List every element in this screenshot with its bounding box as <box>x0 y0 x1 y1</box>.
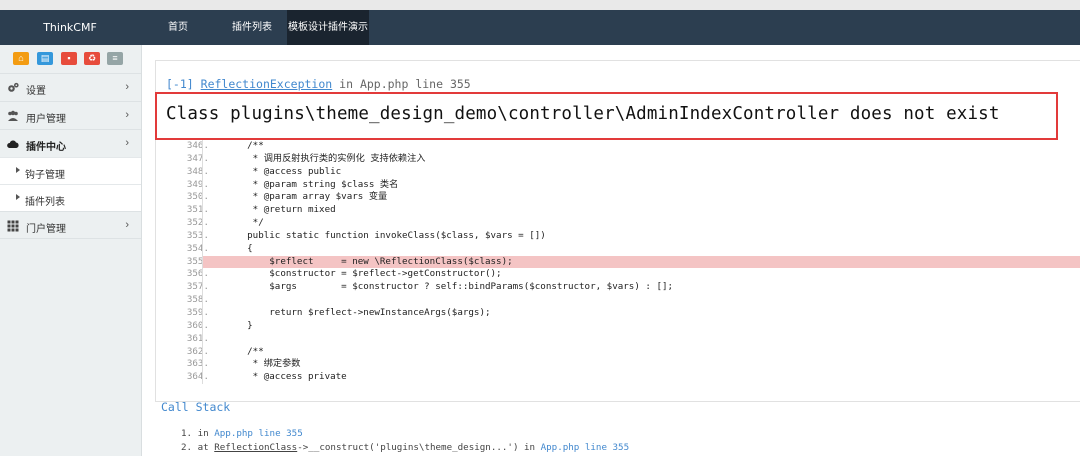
row-prefix: at <box>197 442 215 453</box>
sidebar-item-settings[interactable]: 设置 › <box>0 73 141 101</box>
gears-icon <box>8 82 19 92</box>
sidebar-subitem-label: 钩子管理 <box>25 170 65 181</box>
exception-code: [-1] <box>166 77 194 91</box>
chevron-right-icon: › <box>125 137 129 149</box>
error-message: Class plugins\theme_design_demo\controll… <box>166 104 1000 124</box>
source-code-block: 346. 347. 348. 349. 350. 351. 352. 353. 354. 355.… <box>155 140 1080 385</box>
code-line: * @param string $class 类名 <box>225 178 399 190</box>
chevron-right-icon: › <box>125 81 129 93</box>
cloud-icon <box>7 140 19 148</box>
sidebar-subitem-label: 插件列表 <box>25 197 65 208</box>
caret-right-icon <box>16 167 20 173</box>
code-line: /** <box>225 140 264 151</box>
grid-icon <box>7 220 19 232</box>
code-line: * @param array $vars 变量 <box>225 191 388 203</box>
row-class-link[interactable]: ReflectionClass <box>214 442 297 453</box>
code-line: } <box>225 319 253 331</box>
sidebar-item-label: 门户管理 <box>26 224 66 235</box>
chevron-right-icon: › <box>125 219 129 231</box>
error-message-box: Class plugins\theme_design_demo\controll… <box>155 92 1058 140</box>
sidebar-item-portal[interactable]: 门户管理 › <box>0 211 141 239</box>
sidebar-item-label: 设置 <box>26 86 46 97</box>
sidebar-item-label: 插件中心 <box>26 142 66 153</box>
row-prefix: in <box>197 428 215 439</box>
caret-right-icon <box>16 194 20 200</box>
row-file: App.php line 355 <box>214 428 303 439</box>
sidebar-shortcuts: ⌂ ▤ ▪ ♻ ≡ <box>0 45 141 73</box>
exception-header: [-1] ReflectionException in App.php line… <box>166 77 471 91</box>
code-line: $constructor = $reflect->getConstructor(… <box>225 268 502 280</box>
code-line: return $reflect->newInstanceArgs($args); <box>225 306 491 318</box>
home-icon[interactable]: ⌂ <box>13 52 29 65</box>
row-number: 1. <box>181 428 193 439</box>
sidebar-item-label: 用户管理 <box>26 114 66 125</box>
top-navbar: ThinkCMF 首页 插件列表 模板设计插件演示 <box>0 10 1080 45</box>
list-icon[interactable]: ≡ <box>107 52 123 65</box>
row-call: ->__construct('plugins\theme_design...')… <box>297 442 541 453</box>
nav-theme-design-demo[interactable]: 模板设计插件演示 <box>287 10 369 45</box>
code-line: * @access public <box>225 165 342 177</box>
recycle-icon[interactable]: ♻ <box>84 52 100 65</box>
code-line: * 绑定参数 <box>225 358 301 370</box>
code-line: * @access private <box>225 371 347 383</box>
row-file: App.php line 355 <box>540 442 630 453</box>
sidebar-item-plugin-center[interactable]: 插件中心 › <box>0 129 141 157</box>
sidebar: ⌂ ▤ ▪ ♻ ≡ 设置 › 用户管理 › 插件中心 › 钩子管理 插件列表 门… <box>0 45 142 456</box>
code-lines: /** * 调用反射执行类的实例化 支持依赖注入 * @access publi… <box>202 140 1080 385</box>
exception-in: in <box>339 77 353 91</box>
exception-class-link[interactable]: ReflectionException <box>201 77 333 91</box>
chevron-right-icon: › <box>125 109 129 121</box>
sidebar-subitem-hooks[interactable]: 钩子管理 <box>0 157 141 184</box>
call-stack-title: Call Stack <box>161 400 231 414</box>
nav-home[interactable]: 首页 <box>163 10 193 45</box>
call-stack-row: 1. in App.php line 355 <box>181 427 629 441</box>
row-number: 2. <box>181 442 193 453</box>
code-line-highlighted: $reflect = new \ReflectionClass($class); <box>203 255 1080 269</box>
code-line: */ <box>225 217 264 229</box>
brand-logo[interactable]: ThinkCMF <box>0 10 140 45</box>
call-stack-row: 2. at ReflectionClass->__construct('plug… <box>181 441 629 455</box>
sidebar-subitem-plugin-list[interactable]: 插件列表 <box>0 184 141 211</box>
call-stack-list: 1. in App.php line 355 2. at ReflectionC… <box>181 427 629 455</box>
exception-file: App.php line 355 <box>359 77 471 91</box>
trash-icon[interactable]: ▪ <box>61 52 77 65</box>
code-line: $args = $constructor ? self::bindParams(… <box>225 281 674 293</box>
code-line: public static function invokeClass($clas… <box>225 229 546 241</box>
sidebar-item-users[interactable]: 用户管理 › <box>0 101 141 129</box>
code-line: /** <box>225 345 264 357</box>
code-line: { <box>225 242 253 254</box>
code-line: * 调用反射执行类的实例化 支持依赖注入 <box>225 152 426 164</box>
nav-plugin-list[interactable]: 插件列表 <box>228 10 276 45</box>
browser-bookmarks-bar <box>0 0 1080 10</box>
code-line: * @return mixed <box>225 204 336 216</box>
users-icon <box>8 110 18 121</box>
document-icon[interactable]: ▤ <box>37 52 53 65</box>
